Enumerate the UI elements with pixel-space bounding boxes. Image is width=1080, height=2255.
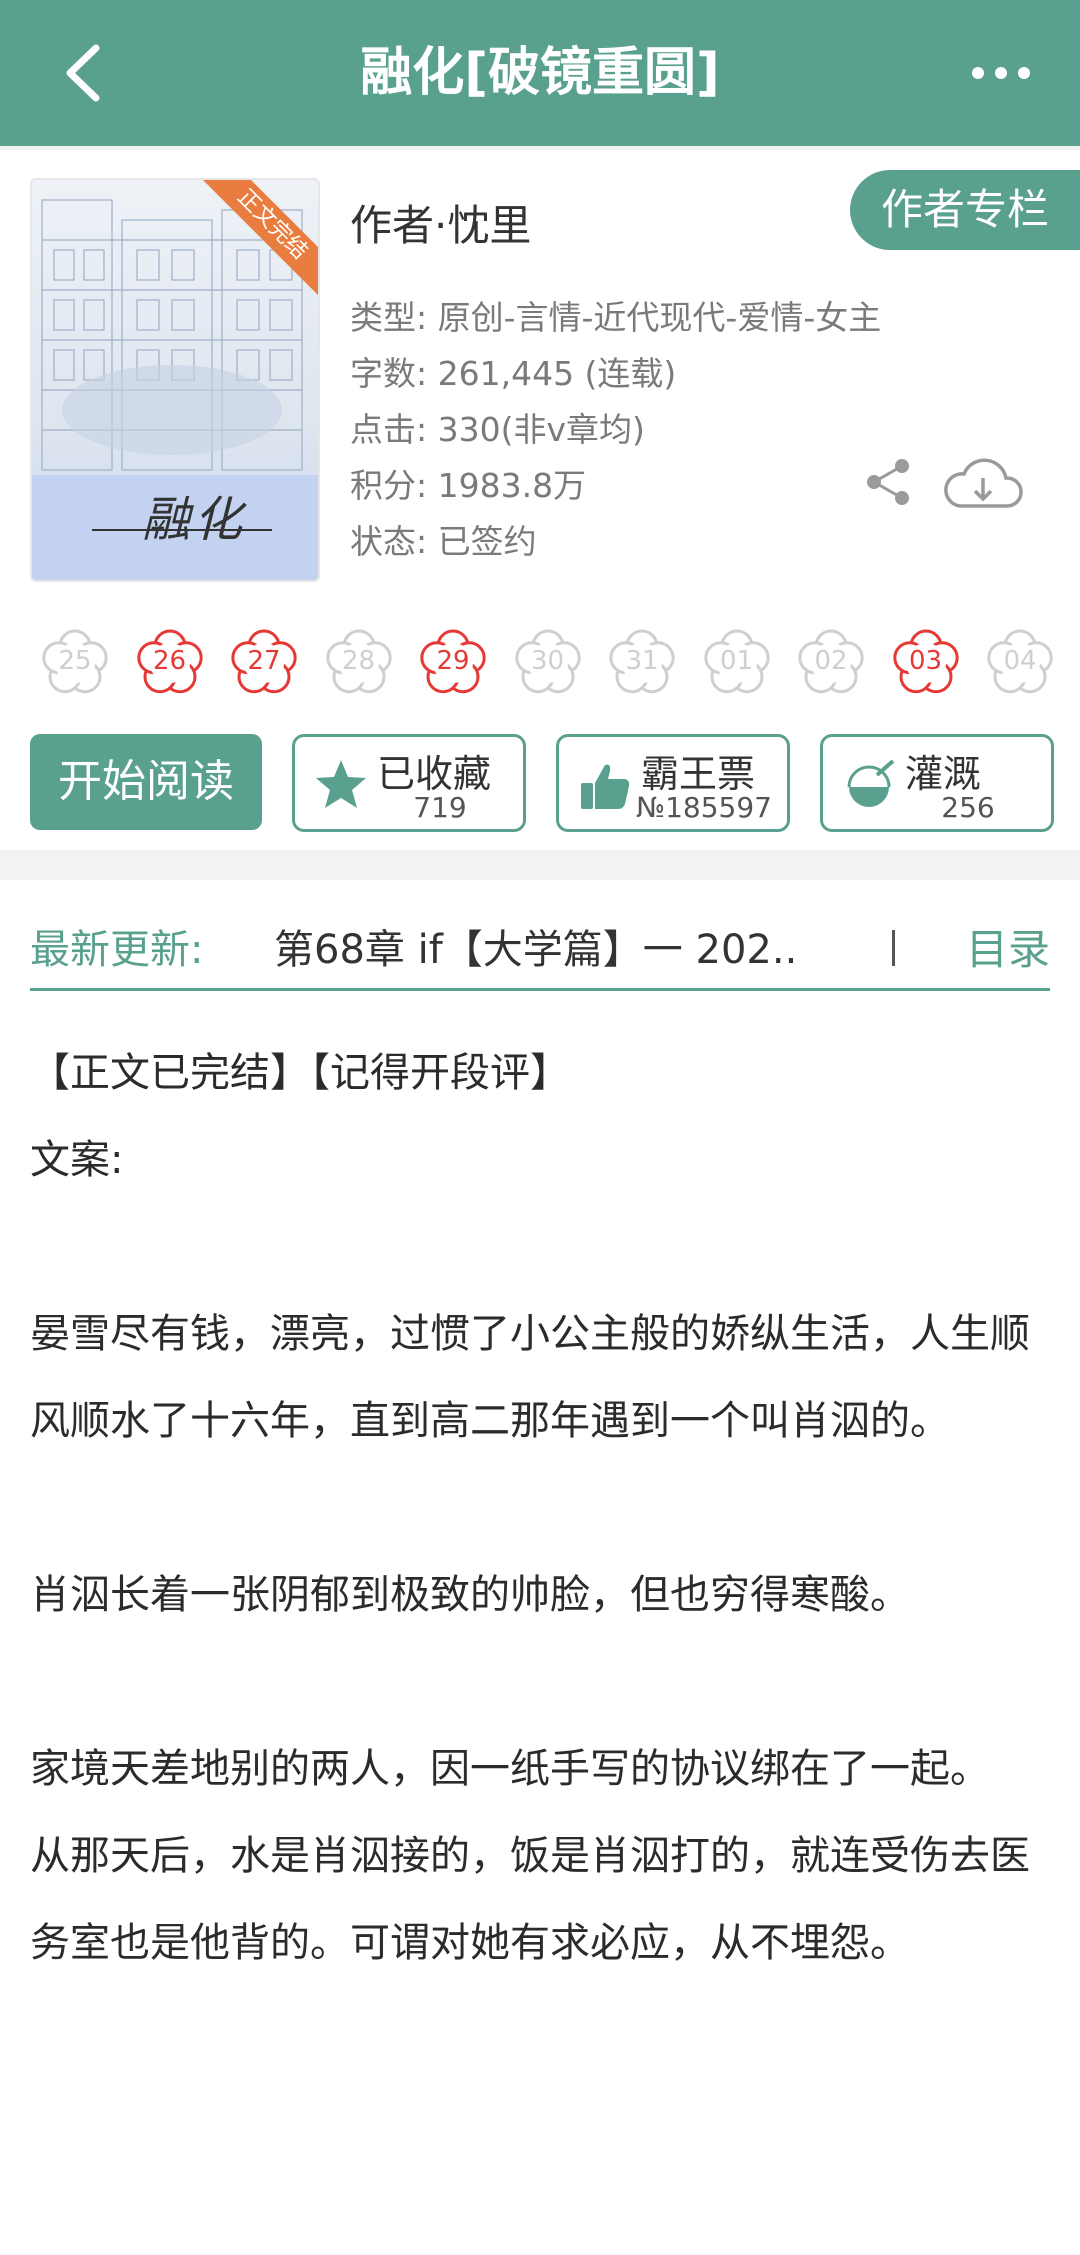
start-reading-button[interactable]: 开始阅读 bbox=[30, 734, 262, 830]
synopsis-paragraph bbox=[30, 1465, 1060, 1552]
flower-day-label: 30 bbox=[530, 646, 565, 676]
flower-day-label: 29 bbox=[436, 646, 470, 676]
flower-day[interactable]: 30 bbox=[507, 620, 589, 702]
top-bar: 融化[破镜重圆] bbox=[0, 0, 1080, 146]
book-cover[interactable]: 正文完结 融化 bbox=[30, 178, 320, 582]
page-title: 融化[破镜重圆] bbox=[360, 43, 720, 103]
flower-day[interactable]: 26 bbox=[129, 620, 211, 702]
collect-label: 已收藏 bbox=[377, 752, 492, 796]
synopsis-paragraph bbox=[30, 1204, 1060, 1291]
share-icon[interactable] bbox=[862, 456, 914, 508]
flower-day-label: 27 bbox=[247, 646, 281, 676]
flower-day[interactable]: 04 bbox=[979, 620, 1054, 702]
collect-button[interactable]: 已收藏 719 bbox=[292, 734, 526, 832]
flower-calendar: 25 26 27 28 29 30 31 01 02 03 04 bbox=[34, 620, 1054, 710]
author-column-button[interactable]: 作者专栏 bbox=[850, 170, 1080, 250]
flower-day[interactable]: 27 bbox=[223, 620, 305, 702]
synopsis-paragraph: 家境天差地别的两人，因一纸手写的协议绑在了一起。 bbox=[30, 1746, 990, 1792]
flower-day[interactable]: 25 bbox=[34, 620, 116, 702]
more-options-icon[interactable] bbox=[966, 48, 1036, 98]
author-name[interactable]: 作者·忱里 bbox=[350, 192, 531, 253]
flower-day[interactable]: 29 bbox=[412, 620, 494, 702]
synopsis-paragraph: 文案: bbox=[30, 1137, 124, 1183]
thumbs-up-icon bbox=[581, 764, 630, 809]
flower-day-label: 03 bbox=[908, 646, 943, 676]
flower-day[interactable]: 02 bbox=[790, 620, 872, 702]
flower-day-label: 31 bbox=[625, 646, 659, 676]
book-info-card: 正文完结 融化 作者·忱里 作者专栏 类型: 原创-言情-近代现代-爱情-女主 … bbox=[0, 150, 1080, 850]
synopsis-paragraph: 晏雪尽有钱，漂亮，过惯了小公主般的娇纵生活，人生顺风顺水了十六年，直到高二那年遇… bbox=[30, 1311, 1030, 1444]
meta-status: 状态: 已签约 bbox=[350, 522, 537, 561]
vote-label: 霸王票 bbox=[641, 752, 756, 796]
water-label: 灌溉 bbox=[905, 752, 982, 796]
cloud-download-icon[interactable] bbox=[940, 450, 1026, 516]
synopsis-section: 最新更新: 第68章 if【大学篇】一 202.. 目录 【正文已完结】【记得开… bbox=[0, 880, 1080, 2255]
flower-day[interactable]: 01 bbox=[696, 620, 778, 702]
vote-button[interactable]: 霸王票 №185597 bbox=[556, 734, 790, 832]
water-count: 256 bbox=[941, 791, 995, 824]
flower-day[interactable]: 28 bbox=[318, 620, 400, 702]
synopsis-paragraph: 从那天后，水是肖泅接的，饭是肖泅打的，就连受伤去医务室也是他背的。可谓对她有求必… bbox=[30, 1833, 1030, 1966]
synopsis-paragraph: 肖泅长着一张阴郁到极致的帅脸，但也穷得寒酸。 bbox=[30, 1572, 910, 1618]
flower-day-label: 26 bbox=[152, 646, 187, 676]
meta-points: 积分: 1983.8万 bbox=[350, 466, 587, 505]
accent-underline bbox=[30, 988, 1050, 991]
meta-clicks: 点击: 330(非v章均) bbox=[350, 410, 645, 449]
water-button[interactable]: 灌溉 256 bbox=[820, 734, 1054, 832]
synopsis-paragraph: 【正文已完结】【记得开段评】 bbox=[30, 1050, 570, 1096]
toc-link[interactable]: 目录 bbox=[966, 910, 1050, 990]
star-icon bbox=[316, 760, 366, 808]
latest-update-bar[interactable]: 最新更新: 第68章 if【大学篇】一 202.. 目录 bbox=[30, 910, 1050, 990]
latest-label: 最新更新: bbox=[30, 927, 204, 973]
latest-chapter-link[interactable]: 第68章 if【大学篇】一 202.. bbox=[274, 910, 894, 990]
vote-count: №185597 bbox=[635, 791, 772, 824]
synopsis-text: 【正文已完结】【记得开段评】 文案: 晏雪尽有钱，漂亮，过惯了小公主般的娇纵生活… bbox=[30, 1030, 1060, 1987]
cover-title: 融化 bbox=[142, 492, 247, 548]
flower-day-label: 28 bbox=[341, 646, 376, 676]
meta-genre: 类型: 原创-言情-近代现代-爱情-女主 bbox=[350, 298, 882, 337]
flower-day-label: 02 bbox=[814, 646, 848, 676]
flower-day-label: 01 bbox=[719, 646, 754, 676]
synopsis-paragraph bbox=[30, 1639, 1060, 1726]
flower-day[interactable]: 03 bbox=[885, 620, 967, 702]
divider bbox=[892, 930, 895, 966]
flask-icon bbox=[847, 759, 895, 807]
flower-day[interactable]: 31 bbox=[601, 620, 683, 702]
collect-count: 719 bbox=[413, 791, 467, 824]
flower-day-label: 25 bbox=[58, 646, 92, 676]
meta-word-count: 字数: 261,445 (连载) bbox=[350, 354, 677, 393]
flower-day-label: 04 bbox=[1003, 646, 1037, 676]
book-meta: 类型: 原创-言情-近代现代-爱情-女主 字数: 261,445 (连载) 点击… bbox=[350, 290, 881, 570]
